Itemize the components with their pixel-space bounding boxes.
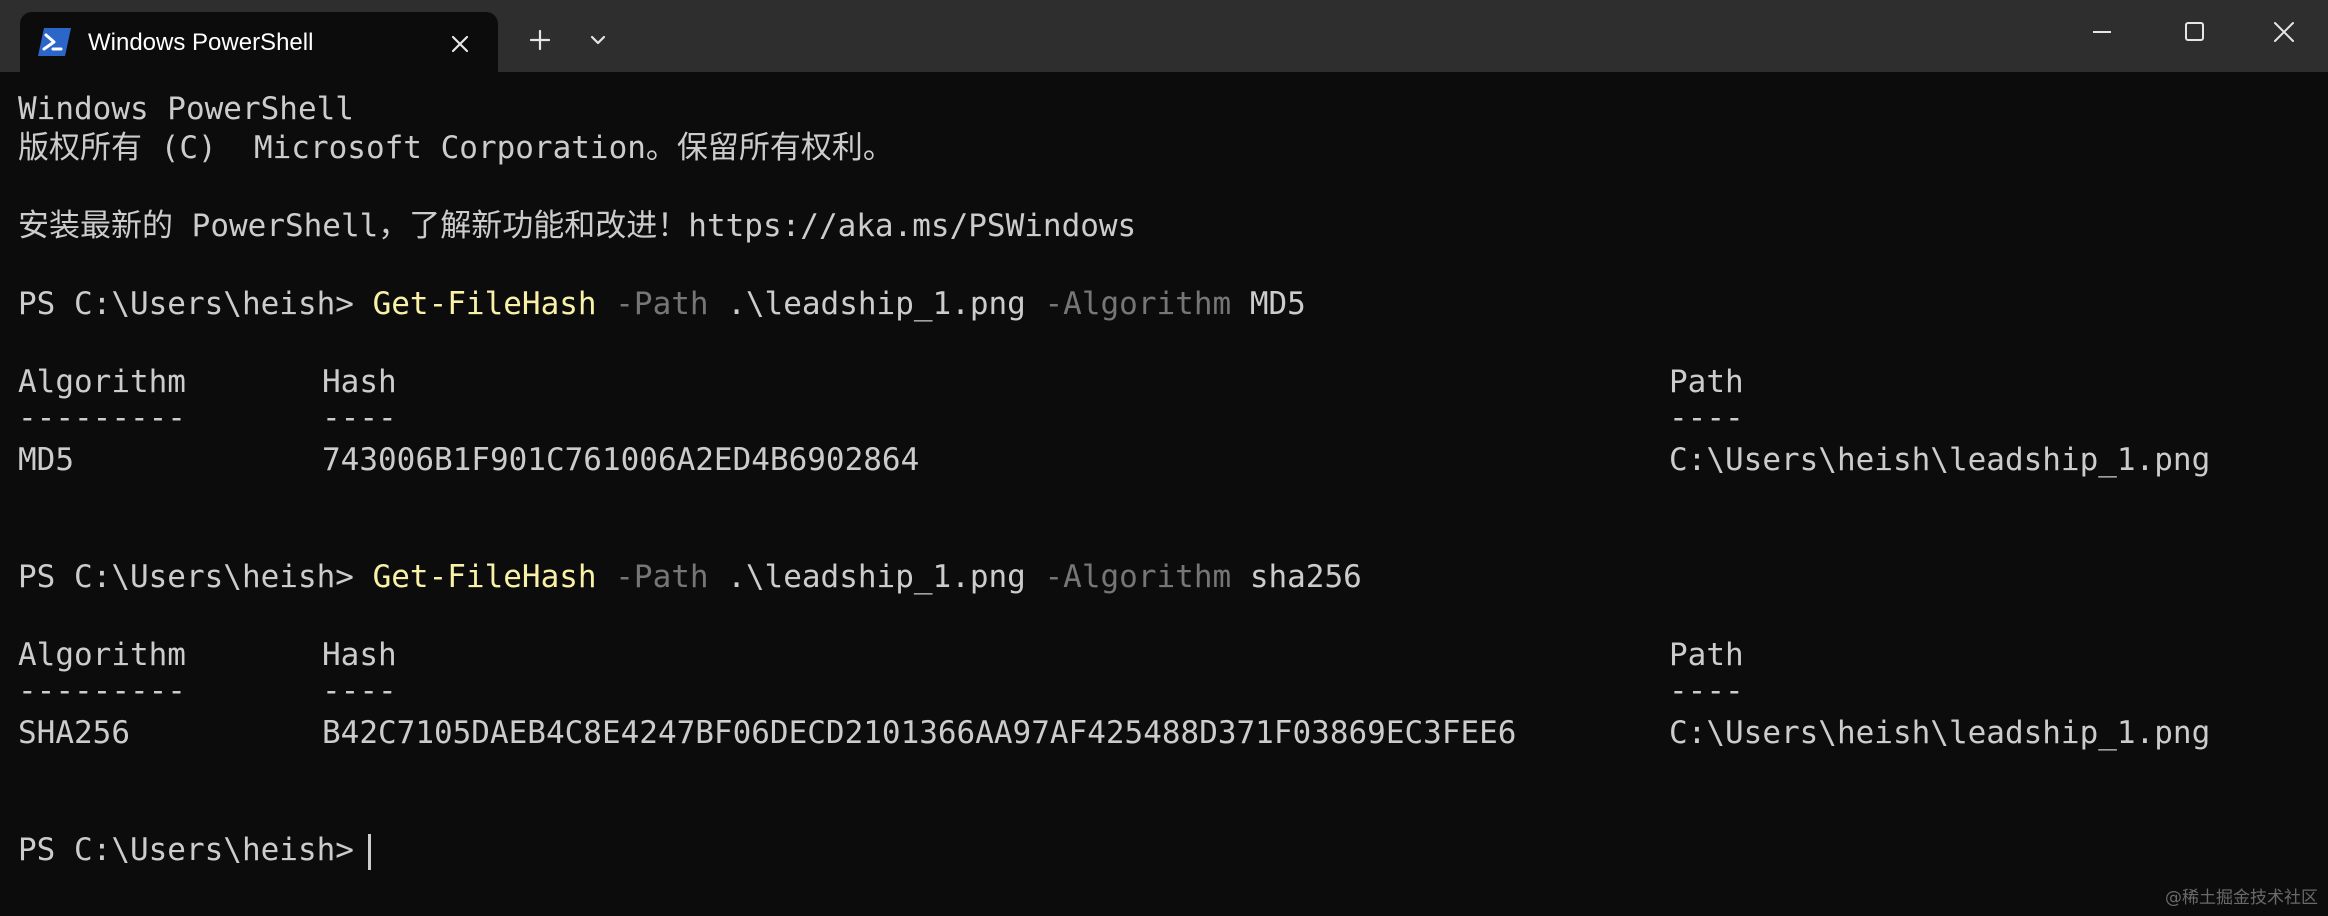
column-header-path: Path [1669, 364, 1744, 400]
column-separator: --------- [18, 673, 186, 709]
maximize-button[interactable] [2148, 0, 2240, 64]
column-separator: ---- [1669, 400, 1744, 436]
column-header-algorithm: Algorithm [18, 637, 186, 673]
parameter: -Algorithm [1025, 559, 1232, 595]
result-hash: B42C7105DAEB4C8E4247BF06DECD2101366AA97A… [322, 715, 1517, 751]
tab-close-button[interactable] [440, 24, 480, 64]
cmdlet: Get-FileHash [372, 559, 597, 595]
minimize-icon [2093, 31, 2111, 33]
argument: MD5 [1231, 286, 1306, 322]
result-algorithm: SHA256 [18, 715, 130, 751]
tab-title: Windows PowerShell [88, 29, 314, 56]
text-cursor [367, 833, 371, 870]
command-line: PS C:\Users\heish> Get-FileHash -Path .\… [18, 285, 1306, 323]
plus-icon [529, 29, 551, 51]
copyright-line: 版权所有 (C) Microsoft Corporation。保留所有权利。 [18, 130, 894, 166]
terminal-output[interactable]: Windows PowerShell 版权所有 (C) Microsoft Co… [0, 72, 2328, 916]
argument: sha256 [1231, 559, 1362, 595]
parameter: -Algorithm [1025, 286, 1232, 322]
column-header-algorithm: Algorithm [18, 364, 186, 400]
parameter: -Path [596, 559, 709, 595]
result-path: C:\Users\heish\leadship_1.png [1669, 715, 2211, 751]
maximize-icon [2185, 22, 2204, 41]
command-line: PS C:\Users\heish> Get-FileHash -Path .\… [18, 558, 1362, 596]
prompt: PS C:\Users\heish> [18, 559, 373, 595]
install-hint-line: 安装最新的 PowerShell，了解新功能和改进！https://aka.ms… [18, 208, 1137, 244]
result-algorithm: MD5 [18, 442, 74, 478]
watermark: @稀土掘金技术社区 [2165, 888, 2318, 908]
window-close-button[interactable] [2240, 0, 2328, 64]
column-separator: ---- [1669, 673, 1744, 709]
new-tab-button[interactable] [518, 18, 562, 62]
terminal-window: Windows PowerShell Windows PowerShell 版权… [0, 0, 2328, 916]
close-icon [2274, 22, 2294, 42]
argument: .\leadship_1.png [708, 559, 1026, 595]
tab-dropdown-button[interactable] [576, 18, 620, 62]
column-separator: ---- [322, 673, 397, 709]
close-icon [451, 35, 469, 53]
minimize-button[interactable] [2056, 0, 2148, 64]
prompt: PS C:\Users\heish> [18, 286, 373, 322]
banner-line: Windows PowerShell [18, 91, 354, 127]
column-header-hash: Hash [322, 364, 397, 400]
column-separator: --------- [18, 400, 186, 436]
column-header-path: Path [1669, 637, 1744, 673]
result-hash: 743006B1F901C761006A2ED4B6902864 [322, 442, 920, 478]
tab-windows-powershell[interactable]: Windows PowerShell [20, 12, 498, 72]
chevron-down-icon [590, 35, 606, 45]
column-header-hash: Hash [322, 637, 397, 673]
title-bar[interactable]: Windows PowerShell [0, 0, 2328, 72]
result-path: C:\Users\heish\leadship_1.png [1669, 442, 2211, 478]
cmdlet: Get-FileHash [372, 286, 597, 322]
powershell-icon [38, 28, 72, 56]
parameter: -Path [596, 286, 709, 322]
prompt: PS C:\Users\heish> [18, 832, 354, 868]
command-line[interactable]: PS C:\Users\heish> [18, 831, 371, 870]
column-separator: ---- [322, 400, 397, 436]
argument: .\leadship_1.png [708, 286, 1026, 322]
